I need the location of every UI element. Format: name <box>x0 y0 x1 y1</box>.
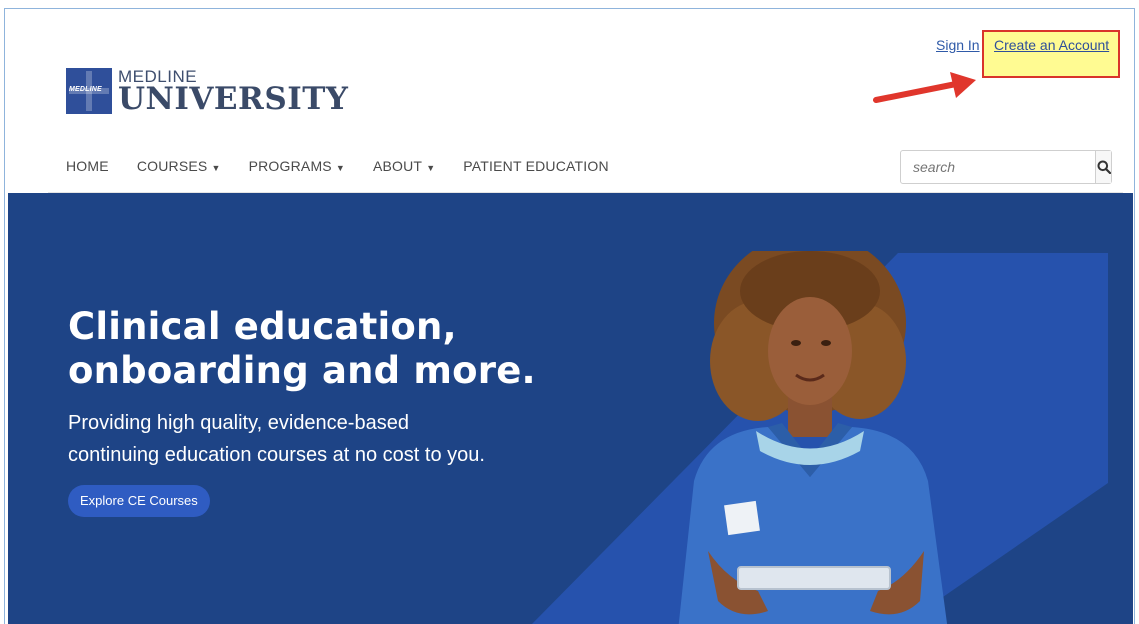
nurse-photo <box>678 251 948 624</box>
nav-courses-label: COURSES <box>136 158 208 174</box>
medline-logo-mark: MEDLINE <box>66 68 112 114</box>
hero-subtext: Providing high quality, evidence-based c… <box>68 407 588 471</box>
nav-patient-education-label: PATIENT EDUCATION <box>463 158 609 174</box>
nav-home-label: HOME <box>66 158 109 174</box>
search-input[interactable] <box>901 151 1095 183</box>
nav-about[interactable]: ABOUT ▼ <box>373 158 435 174</box>
search-icon <box>1097 160 1111 174</box>
caret-down-icon: ▼ <box>211 163 221 173</box>
hero-subtext-line1: Providing high quality, evidence-based <box>68 412 409 434</box>
hero-subtext-line2: continuing education courses at no cost … <box>68 444 485 466</box>
hero-headline-line1: Clinical education, <box>68 305 457 348</box>
nav-courses[interactable]: COURSES ▼ <box>137 158 221 174</box>
logo-mark-text: MEDLINE <box>69 86 102 93</box>
search-button[interactable] <box>1095 151 1111 183</box>
nav-programs[interactable]: PROGRAMS ▼ <box>249 158 345 174</box>
nav-about-label: ABOUT <box>372 158 423 174</box>
caret-down-icon: ▼ <box>335 163 345 173</box>
hero-headline: Clinical education, onboarding and more. <box>68 305 536 393</box>
caret-down-icon: ▼ <box>426 163 436 173</box>
search-box <box>900 150 1112 184</box>
sign-in-link[interactable]: Sign In <box>936 37 980 53</box>
create-account-link[interactable]: Create an Account <box>994 37 1109 53</box>
logo-line-university: UNIVERSITY <box>118 81 349 117</box>
logo-wordmark: MEDLINE UNIVERSITY <box>118 68 348 115</box>
nav-home[interactable]: HOME <box>66 158 109 174</box>
hero-banner: Clinical education, onboarding and more.… <box>8 193 1133 624</box>
annotation-arrow-icon <box>873 72 976 103</box>
nav-programs-label: PROGRAMS <box>248 158 332 174</box>
hero-headline-line2: onboarding and more. <box>68 349 536 392</box>
explore-ce-courses-button[interactable]: Explore CE Courses <box>68 485 210 517</box>
main-nav: HOME COURSES ▼ PROGRAMS ▼ ABOUT ▼ PATIENT E… <box>66 158 637 174</box>
medline-university-logo[interactable]: MEDLINE MEDLINE UNIVERSITY <box>66 68 348 115</box>
nav-patient-education[interactable]: PATIENT EDUCATION <box>463 158 609 174</box>
